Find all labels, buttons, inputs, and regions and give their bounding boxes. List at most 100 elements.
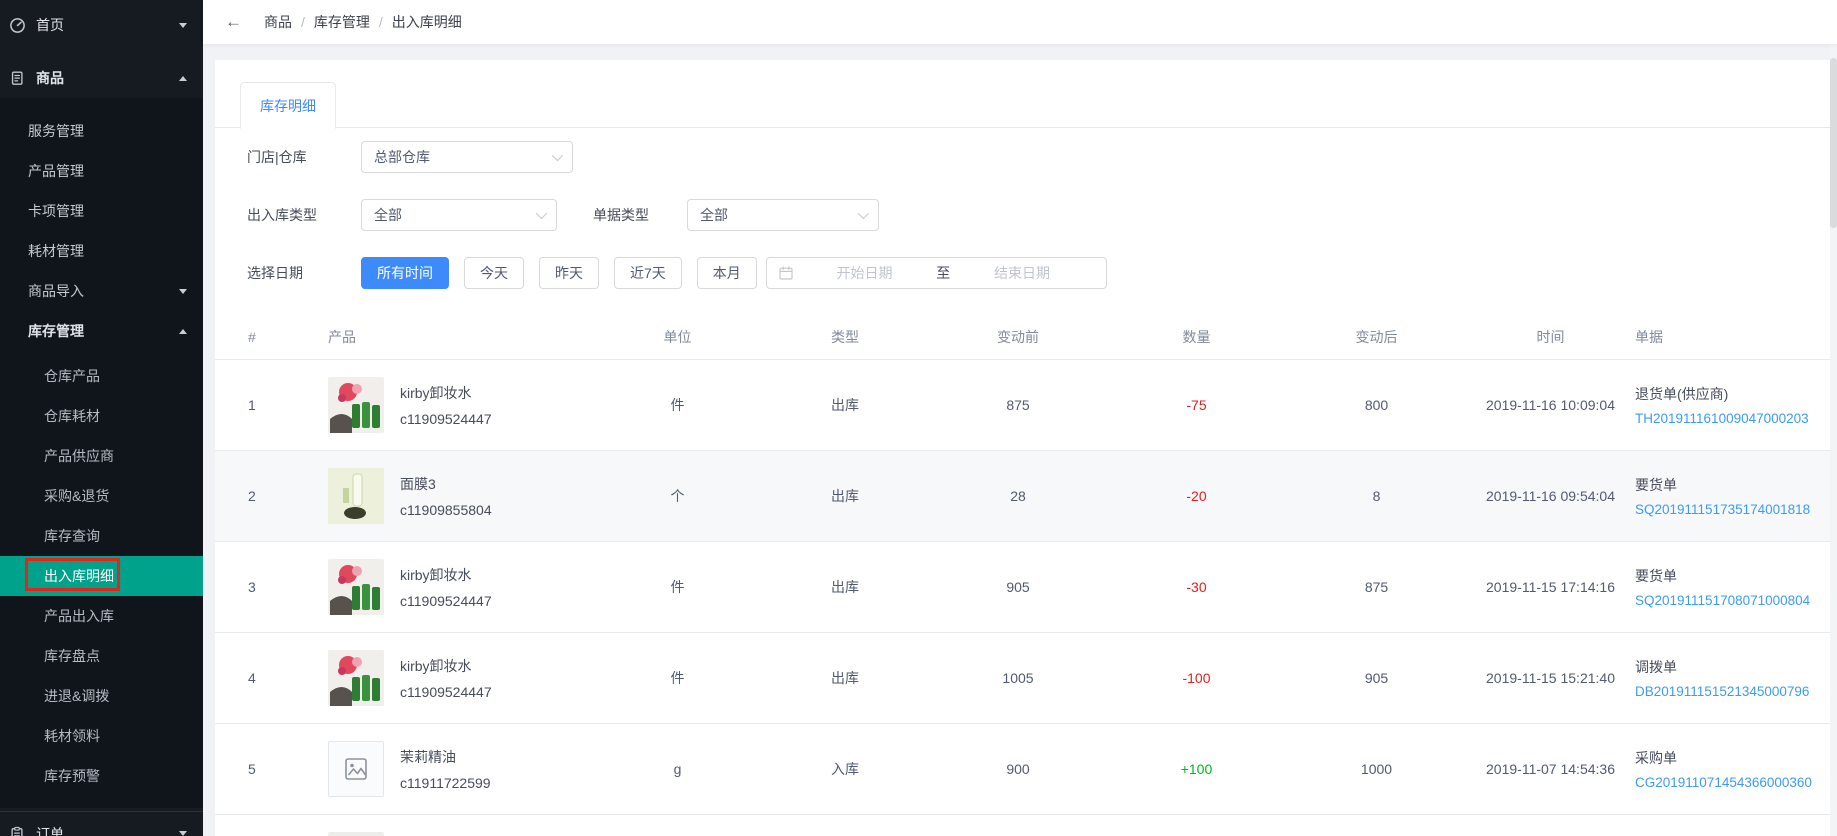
chevron-down-icon xyxy=(551,149,564,162)
doc-type-select[interactable]: 全部 xyxy=(687,199,879,231)
date-button-3[interactable]: 近7天 xyxy=(614,257,682,289)
date-range-input[interactable]: 开始日期 至 结束日期 xyxy=(765,257,1107,289)
document-link[interactable]: TH201911161009047000203 xyxy=(1635,411,1809,426)
date-button-2[interactable]: 昨天 xyxy=(539,257,599,289)
sidebar-item-label: 产品出入库 xyxy=(44,608,114,624)
scrollbar-thumb[interactable] xyxy=(1830,58,1837,228)
document-type: 退货单(供应商) xyxy=(1635,386,1729,402)
gauge-icon xyxy=(8,16,26,34)
cell-unit: 件 xyxy=(670,579,685,595)
sidebar-item-label: 商品导入 xyxy=(28,283,84,299)
cell-before: 900 xyxy=(1006,761,1030,777)
chevron-down-icon xyxy=(179,831,187,836)
sidebar-item-label: 仓库耗材 xyxy=(44,408,100,424)
sidebar-item-goods[interactable]: 商品 xyxy=(0,58,203,98)
sidebar-item-goods-child-5[interactable]: 库存管理 xyxy=(0,311,203,351)
breadcrumb-item[interactable]: 库存管理 xyxy=(314,12,370,32)
document-link[interactable]: CG201911071454366000360 xyxy=(1635,775,1812,790)
product-text: 面膜3 c11909855804 xyxy=(400,474,492,518)
document-link[interactable]: SQ201911151735174001818 xyxy=(1635,502,1810,517)
cell-product xyxy=(310,832,595,836)
cell-index: 2 xyxy=(248,488,256,504)
document-icon xyxy=(8,69,26,87)
sidebar-item-home[interactable]: 首页 xyxy=(0,5,203,45)
sidebar-item-goods-child-3[interactable]: 耗材管理 xyxy=(0,231,203,271)
date-button-1[interactable]: 今天 xyxy=(464,257,524,289)
sidebar-item-label: 卡项管理 xyxy=(28,203,84,219)
store-warehouse-select[interactable]: 总部仓库 xyxy=(361,141,573,173)
cell-quantity: -30 xyxy=(1186,579,1207,595)
sidebar-item-inventory-child-2[interactable]: 产品供应商 xyxy=(0,436,203,476)
sidebar-item-inventory-child-8[interactable]: 进退&调拨 xyxy=(0,676,203,716)
document-type: 要货单 xyxy=(1635,568,1677,584)
product-code: c11911722599 xyxy=(400,775,491,791)
cell-type: 出库 xyxy=(831,488,859,504)
document-link[interactable]: SQ201911151708071000804 xyxy=(1635,593,1810,608)
column-header: # xyxy=(248,329,256,345)
cell-product: kirby卸妆水 c11909524447 xyxy=(310,559,595,615)
cell-time: 2019-11-15 15:21:40 xyxy=(1486,670,1615,686)
cell-unit: 件 xyxy=(670,670,685,686)
cell-quantity: -75 xyxy=(1186,397,1207,413)
io-type-select[interactable]: 全部 xyxy=(361,199,557,231)
cell-product: kirby卸妆水 c11909524447 xyxy=(310,650,595,706)
sidebar-item-label: 商品 xyxy=(36,70,64,86)
sidebar-item-label: 进退&调拨 xyxy=(44,688,110,704)
cell-quantity: -20 xyxy=(1186,488,1207,504)
table-row: 4 kirby卸妆水 c11909524447 件 出库 1005 -100 905 2019-… xyxy=(215,633,1837,724)
clipboard-icon xyxy=(8,825,26,836)
sidebar-item-inventory-child-3[interactable]: 采购&退货 xyxy=(0,476,203,516)
top-header-bar: ← 商品 / 库存管理 / 出入库明细 xyxy=(203,0,1837,44)
io-type-label: 出入库类型 xyxy=(247,207,317,223)
cell-unit: g xyxy=(673,761,682,777)
product-code: c11909524447 xyxy=(400,684,492,700)
sidebar-item-inventory-child-4[interactable]: 库存查询 xyxy=(0,516,203,556)
chevron-up-icon xyxy=(179,75,187,81)
breadcrumb-item[interactable]: 出入库明细 xyxy=(392,12,462,32)
column-header: 单据 xyxy=(1635,329,1663,345)
sidebar-item-inventory-child-5-active[interactable]: 出入库明细 xyxy=(0,556,203,596)
tab-inventory-detail[interactable]: 库存明细 xyxy=(240,82,336,129)
sidebar-item-orders[interactable]: 订单 xyxy=(0,811,203,836)
cell-unit: 件 xyxy=(670,397,685,413)
sidebar-item-label: 耗材领料 xyxy=(44,728,100,744)
store-warehouse-value: 总部仓库 xyxy=(374,149,430,165)
cell-type: 出库 xyxy=(831,397,859,413)
sidebar-item-inventory-child-9[interactable]: 耗材领料 xyxy=(0,716,203,756)
mask-product-photo xyxy=(328,468,384,524)
back-arrow-icon[interactable]: ← xyxy=(225,12,242,32)
sidebar-item-label: 耗材管理 xyxy=(28,243,84,259)
document-link[interactable]: DB201911151521345000796 xyxy=(1635,684,1809,699)
sidebar-item-goods-child-4[interactable]: 商品导入 xyxy=(0,271,203,311)
sidebar-item-goods-child-2[interactable]: 卡项管理 xyxy=(0,191,203,231)
sidebar-item-inventory-child-6[interactable]: 产品出入库 xyxy=(0,596,203,636)
date-button-4[interactable]: 本月 xyxy=(696,257,757,289)
product-code: c11909524447 xyxy=(400,593,492,609)
sidebar-item-inventory-child-0[interactable]: 仓库产品 xyxy=(0,356,203,396)
sidebar-item-goods-child-1[interactable]: 产品管理 xyxy=(0,151,203,191)
breadcrumb-item[interactable]: 商品 xyxy=(264,12,292,32)
cell-document: 要货单 SQ201911151708071000804 xyxy=(1635,566,1837,608)
cell-document: 采购单 CG201911071454366000360 xyxy=(1635,748,1837,790)
table-row: 5 茉莉精油 c11911722599 g 入库 900 +100 1000 2019-11-0… xyxy=(215,724,1837,815)
sidebar-item-inventory-child-7[interactable]: 库存盘点 xyxy=(0,636,203,676)
doc-type-value: 全部 xyxy=(700,207,728,223)
cell-after: 875 xyxy=(1364,579,1389,595)
inventory-table: # 产品 单位 类型 变动前 数量 变动后 时间 单据 1 kirby卸妆水 c1190952444… xyxy=(215,315,1837,836)
product-code: c11909855804 xyxy=(400,502,492,518)
end-date-placeholder: 结束日期 xyxy=(994,265,1051,281)
chevron-down-icon xyxy=(535,207,548,220)
document-type: 调拨单 xyxy=(1635,659,1677,675)
cell-after: 1000 xyxy=(1360,761,1393,777)
sidebar-item-inventory-child-10[interactable]: 库存预警 xyxy=(0,756,203,796)
active-item-highlight-box xyxy=(25,558,120,591)
cell-time: 2019-11-16 10:09:04 xyxy=(1486,397,1615,413)
date-button-0[interactable]: 所有时间 xyxy=(361,257,449,289)
cell-quantity: -100 xyxy=(1182,670,1211,686)
image-placeholder-icon xyxy=(328,741,384,797)
sidebar-item-inventory-child-1[interactable]: 仓库耗材 xyxy=(0,396,203,436)
app-viewport: 首页 商品 服务管理 产品管理 卡项管理 耗材管理 商品导入 库存管理 仓库产品 仓库耗材产… xyxy=(0,0,1837,836)
cell-after: 8 xyxy=(1372,488,1381,504)
product-name: kirby卸妆水 xyxy=(400,385,472,401)
sidebar-item-goods-child-0[interactable]: 服务管理 xyxy=(0,111,203,151)
